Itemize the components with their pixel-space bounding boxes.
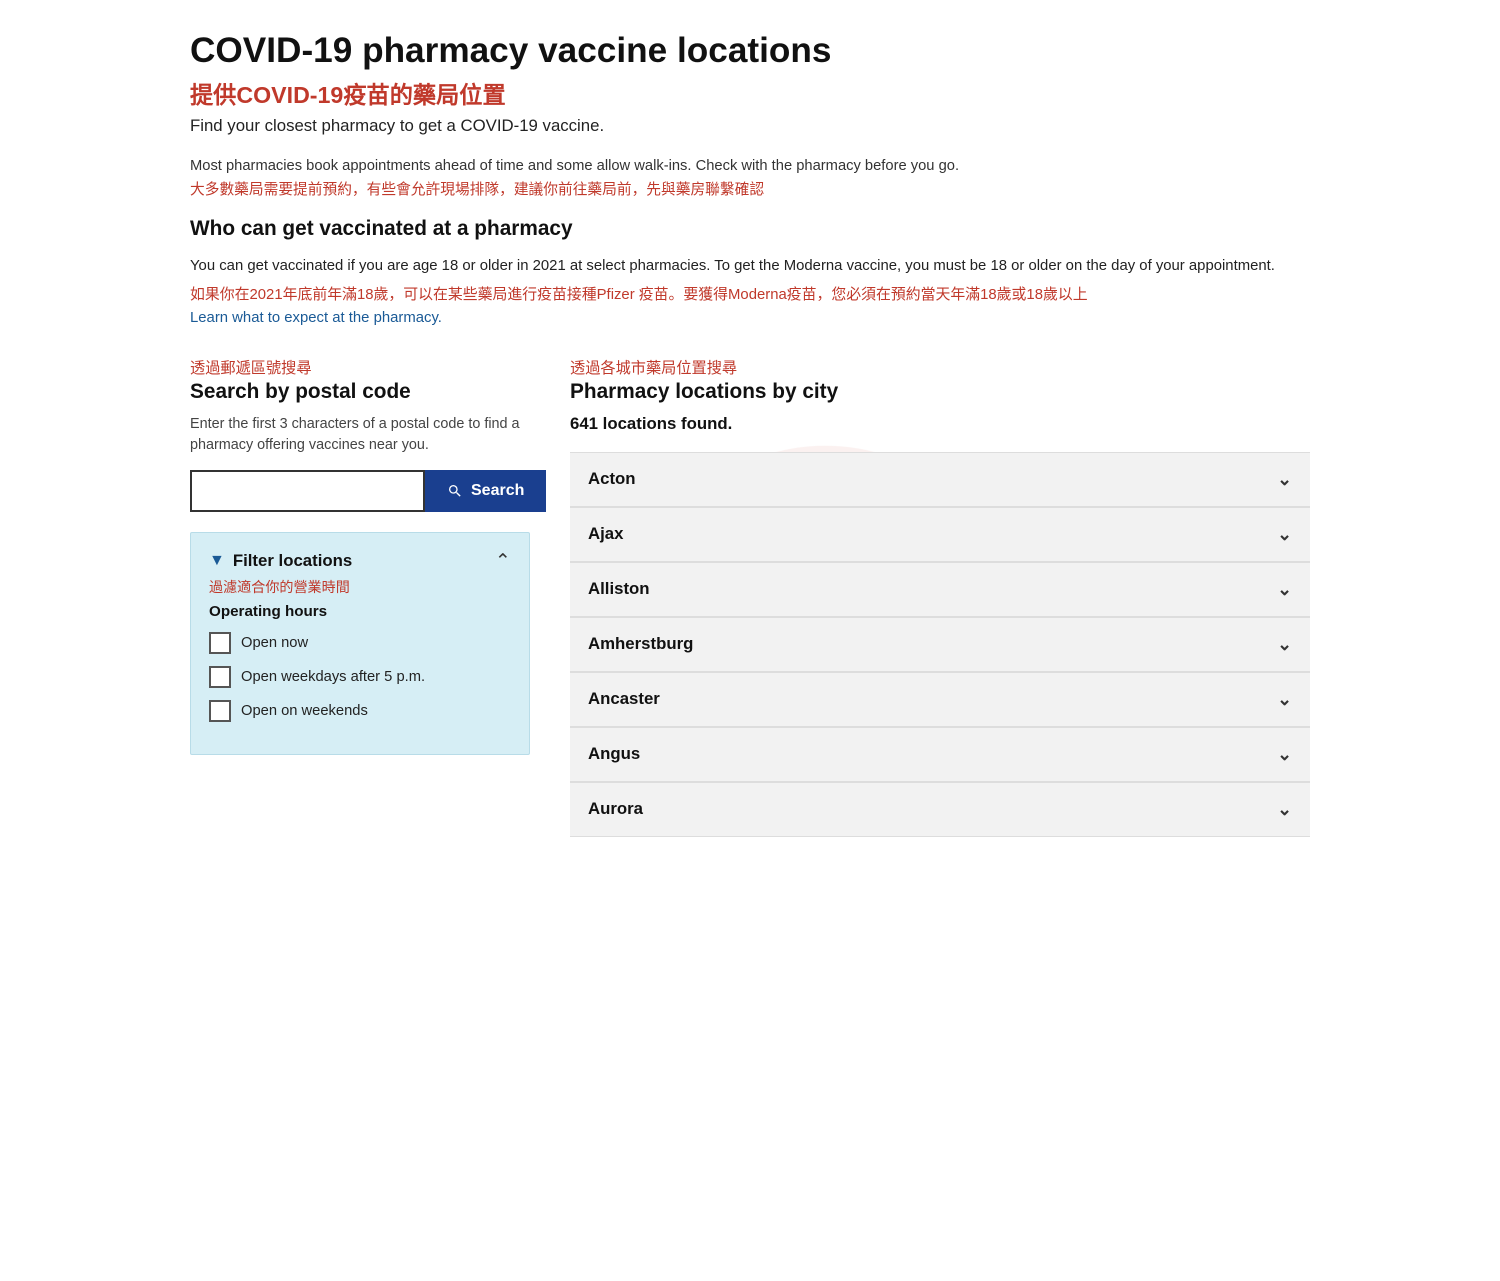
filter-toggle-button[interactable]: ⌃: [495, 549, 511, 573]
eligibility-text: You can get vaccinated if you are age 18…: [190, 255, 1310, 277]
eligibility-chinese: 如果你在2021年底前年滿18歲，可以在某些藥局進行疫苗接種Pfizer 疫苗。…: [190, 284, 1310, 306]
city-list: Acton⌄Ajax⌄Alliston⌄Amherstburg⌄Ancaster…: [570, 452, 1310, 837]
city-name: Alliston: [588, 579, 650, 599]
main-title-chinese: 提供COVID-19疫苗的藥局位置: [190, 76, 1310, 110]
locations-count: 641 locations found.: [570, 414, 1310, 434]
main-title: COVID-19 pharmacy vaccine locations: [190, 30, 1310, 72]
city-name: Aurora: [588, 799, 643, 819]
city-list-item: Amherstburg ⌄: [570, 617, 1310, 672]
city-list-item: Angus ⌄: [570, 727, 1310, 782]
city-button-angus[interactable]: Angus ⌄: [570, 727, 1310, 781]
filter-title-row: ▼ Filter locations: [209, 551, 352, 571]
city-name: Acton: [588, 469, 636, 489]
chevron-down-icon: ⌄: [1277, 689, 1292, 710]
checkbox-open-weekends-label: Open on weekends: [241, 703, 368, 719]
city-button-aurora[interactable]: Aurora ⌄: [570, 782, 1310, 836]
city-button-alliston[interactable]: Alliston ⌄: [570, 562, 1310, 616]
city-button-ajax[interactable]: Ajax ⌄: [570, 507, 1310, 561]
search-row: Search: [190, 470, 530, 512]
checkbox-open-now: Open now: [209, 632, 511, 654]
checkbox-open-weekdays-input[interactable]: [209, 666, 231, 688]
page-container: COVID-19 pharmacy vaccine locations 提供CO…: [150, 0, 1350, 897]
chevron-down-icon: ⌄: [1277, 579, 1292, 600]
subtitle: Find your closest pharmacy to get a COVI…: [190, 116, 1310, 136]
right-column: 透過各城市藥局位置搜尋 Pharmacy locations by city 6…: [570, 356, 1310, 837]
chevron-down-icon: ⌄: [1277, 524, 1292, 545]
city-list-item: Ancaster ⌄: [570, 672, 1310, 727]
filter-icon: ▼: [209, 552, 225, 570]
postal-label-chinese: 透過郵遞區號搜尋: [190, 356, 530, 378]
city-button-acton[interactable]: Acton ⌄: [570, 452, 1310, 506]
chevron-down-icon: ⌄: [1277, 469, 1292, 490]
city-heading: Pharmacy locations by city: [570, 380, 1310, 404]
chevron-down-icon: ⌄: [1277, 634, 1292, 655]
chevron-down-icon: ⌄: [1277, 744, 1292, 765]
city-button-amherstburg[interactable]: Amherstburg ⌄: [570, 617, 1310, 671]
city-name: Ancaster: [588, 689, 660, 709]
info-text: Most pharmacies book appointments ahead …: [190, 158, 1310, 174]
filter-title: Filter locations: [233, 551, 352, 571]
city-list-item: Aurora ⌄: [570, 782, 1310, 837]
filter-header: ▼ Filter locations ⌃: [209, 549, 511, 573]
checkbox-open-weekends-input[interactable]: [209, 700, 231, 722]
search-button[interactable]: Search: [425, 470, 546, 512]
city-name: Angus: [588, 744, 640, 764]
city-name: Amherstburg: [588, 634, 693, 654]
info-chinese: 大多數藥局需要提前預約，有些會允許現場排隊，建議你前往藥局前，先與藥房聯繫確認: [190, 178, 1310, 199]
checkbox-open-weekdays: Open weekdays after 5 p.m.: [209, 666, 511, 688]
city-button-ancaster[interactable]: Ancaster ⌄: [570, 672, 1310, 726]
city-list-item: Alliston ⌄: [570, 562, 1310, 617]
filter-box: ▼ Filter locations ⌃ 過濾適合你的營業時間 Operatin…: [190, 532, 530, 755]
postal-input[interactable]: [190, 470, 425, 512]
city-label-chinese: 透過各城市藥局位置搜尋: [570, 356, 1310, 378]
two-column-layout: 透過郵遞區號搜尋 Search by postal code Enter the…: [190, 356, 1310, 837]
search-icon: [447, 483, 463, 499]
search-button-label: Search: [471, 482, 524, 500]
filter-subheading: Operating hours: [209, 603, 511, 620]
checkbox-open-now-label: Open now: [241, 635, 308, 651]
filter-chinese: 過濾適合你的營業時間: [209, 577, 511, 597]
checkbox-open-weekdays-label: Open weekdays after 5 p.m.: [241, 669, 425, 685]
city-list-item: Ajax ⌄: [570, 507, 1310, 562]
who-heading: Who can get vaccinated at a pharmacy: [190, 217, 1310, 241]
postal-description: Enter the first 3 characters of a postal…: [190, 414, 530, 456]
chevron-down-icon: ⌄: [1277, 799, 1292, 820]
city-name: Ajax: [588, 524, 623, 544]
left-column: 透過郵遞區號搜尋 Search by postal code Enter the…: [190, 356, 530, 755]
postal-heading: Search by postal code: [190, 380, 530, 404]
learn-link[interactable]: Learn what to expect at the pharmacy.: [190, 310, 1310, 326]
checkbox-open-now-input[interactable]: [209, 632, 231, 654]
city-list-item: Acton ⌄: [570, 452, 1310, 507]
checkbox-open-weekends: Open on weekends: [209, 700, 511, 722]
